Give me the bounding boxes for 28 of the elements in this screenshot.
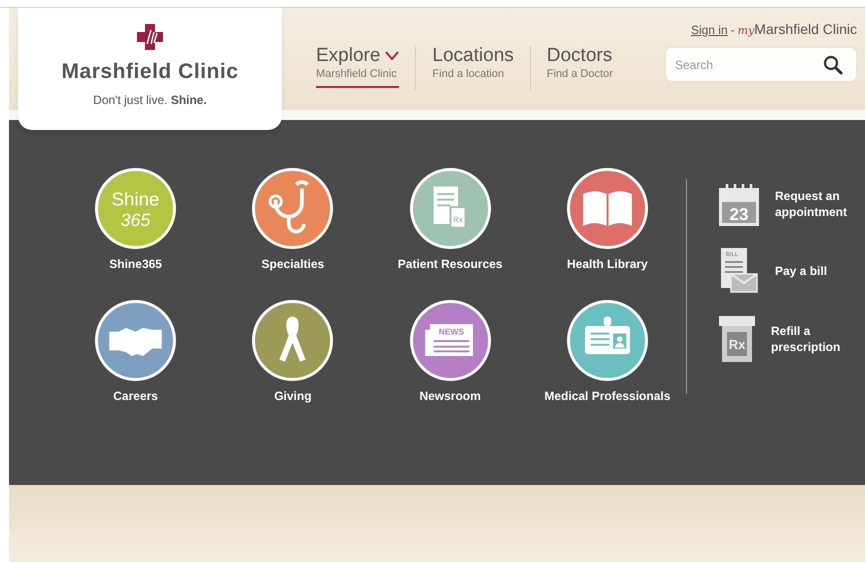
nav-sublabel: Find a location xyxy=(432,67,505,82)
menu-link[interactable]: Giving xyxy=(274,387,312,405)
menu-link[interactable]: Patient Resources xyxy=(398,255,502,273)
quick-link[interactable]: Pay a bill xyxy=(775,263,865,279)
nav-link[interactable]: Doctors xyxy=(546,46,612,66)
menu-link[interactable]: Specialties xyxy=(262,255,324,273)
portal-link[interactable]: Marshfield Clinic xyxy=(754,19,857,40)
menu-link[interactable]: Health Library xyxy=(567,255,648,273)
sign-in-link[interactable]: Sign in xyxy=(690,21,728,39)
quick-link[interactable]: Refill a prescription xyxy=(771,323,861,355)
search-field[interactable]: Search xyxy=(665,47,857,82)
nav-link[interactable]: Explore xyxy=(316,46,380,66)
nav-sublabel: Find a Doctor xyxy=(546,67,613,82)
nav-link[interactable]: Locations xyxy=(432,46,514,66)
search-icon[interactable] xyxy=(823,55,843,75)
menu-link[interactable]: Shine365 xyxy=(109,255,162,273)
logo-card[interactable]: Marshfield Clinic Don't just live. Shine. xyxy=(18,8,282,130)
cross-logo-icon xyxy=(137,24,163,50)
caret-icon[interactable] xyxy=(385,51,400,61)
menu-link[interactable]: Newsroom xyxy=(419,387,481,405)
logo-name: Marshfield Clinic xyxy=(62,59,238,85)
quick-link[interactable]: Request an appointment xyxy=(775,188,865,220)
separator-text: - xyxy=(730,22,735,39)
tagline: Don't just live. Shine. xyxy=(93,92,207,108)
menu-link[interactable]: Careers xyxy=(113,387,158,405)
menu-link[interactable]: Medical Professionals xyxy=(544,387,670,405)
nav-sublabel: Marshfield Clinic xyxy=(316,67,398,82)
my-text: my xyxy=(738,23,754,39)
